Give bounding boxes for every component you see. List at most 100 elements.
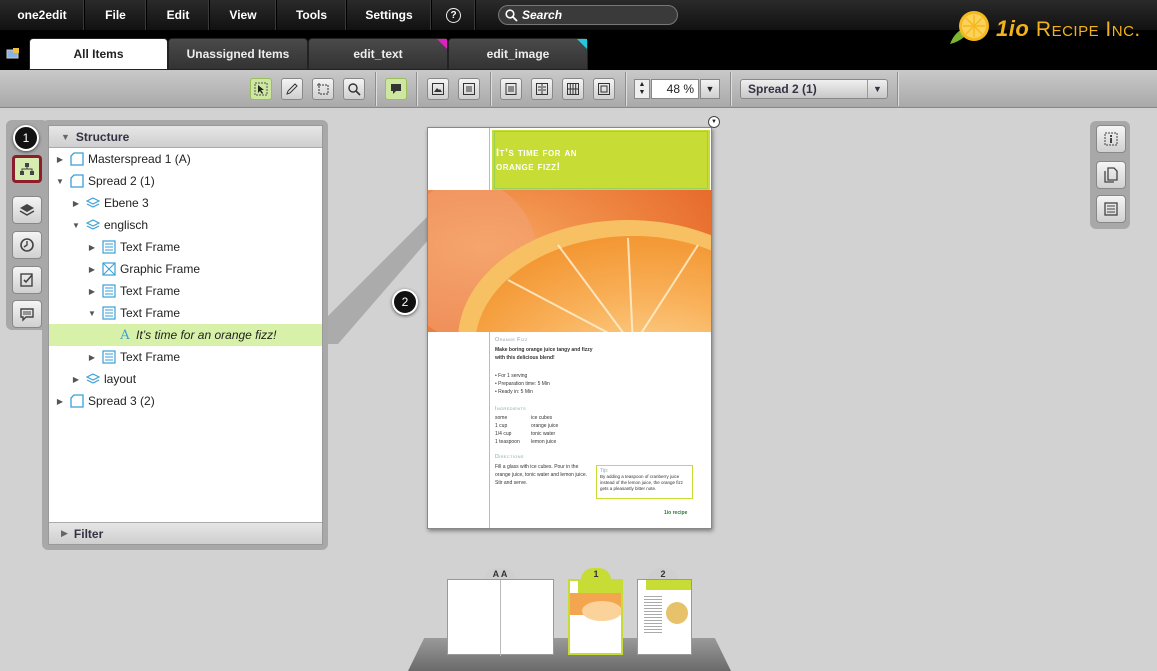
crop-tool-button[interactable] — [312, 78, 334, 100]
tree-row[interactable]: ▼ englisch — [49, 214, 322, 236]
stepper-up-icon[interactable]: ▲ — [639, 81, 646, 89]
view-grid-button[interactable] — [562, 78, 584, 100]
tree-row[interactable]: ▶ Graphic Frame — [49, 258, 322, 280]
collapsed-triangle-icon[interactable]: ▶ — [69, 375, 83, 384]
help-button[interactable]: ? — [432, 0, 476, 30]
structure-tree-icon — [20, 163, 34, 175]
filter-panel-header[interactable]: ▶ Filter — [49, 522, 322, 544]
page-preview[interactable]: It’s time for an orange fizz! Orange Fiz… — [427, 127, 712, 529]
menu-view[interactable]: View — [210, 0, 277, 30]
menu-one2edit[interactable]: one2edit — [0, 0, 85, 30]
comment-tool-button[interactable] — [385, 78, 407, 100]
zoom-dropdown-button[interactable]: ▼ — [700, 79, 720, 99]
ingredient-amount: some — [495, 415, 508, 421]
tree-row[interactable]: ▶ Text Frame — [49, 236, 322, 258]
image-frame-button[interactable] — [427, 78, 449, 100]
ingredient-name: ice cubes — [531, 415, 553, 421]
pages-panel-button[interactable] — [1096, 161, 1126, 189]
structure-panel-header[interactable]: ▼ Structure — [49, 126, 322, 148]
collapsed-triangle-icon[interactable]: ▶ — [85, 265, 99, 274]
image-frame-icon — [432, 83, 444, 95]
recipe-title[interactable]: Orange Fizz — [495, 337, 528, 343]
search-input[interactable]: Search — [498, 5, 678, 25]
tree-row-label: It’s time for an orange fizz! — [136, 328, 277, 342]
orange-slice-image-icon — [428, 190, 711, 332]
ingredients-title: Ingredients — [495, 406, 527, 412]
tree-row-label: Text Frame — [120, 306, 181, 320]
tree-row-label: englisch — [104, 218, 149, 232]
tree-row[interactable]: ▶ Ebene 3 — [49, 192, 322, 214]
tree-row-label: Ebene 3 — [104, 196, 149, 210]
view-double-button[interactable] — [531, 78, 553, 100]
info-panel-button[interactable] — [1096, 125, 1126, 153]
info-icon — [1104, 132, 1118, 146]
collapsed-triangle-icon[interactable]: ▶ — [85, 353, 99, 362]
menu-tools[interactable]: Tools — [277, 0, 347, 30]
expanded-triangle-icon[interactable]: ▼ — [69, 221, 83, 230]
collapsed-triangle-icon[interactable]: ▶ — [69, 199, 83, 208]
select-tool-button[interactable] — [250, 78, 272, 100]
tree-row[interactable]: ▶ layout — [49, 368, 322, 390]
collapsed-triangle-icon[interactable]: ▶ — [85, 243, 99, 252]
expanded-triangle-icon[interactable]: ▼ — [53, 177, 67, 186]
tree-row[interactable]: ▶ Spread 3 (2) — [49, 390, 322, 412]
pen-tool-button[interactable] — [281, 78, 303, 100]
stepper-down-icon[interactable]: ▼ — [639, 89, 646, 97]
view-fit-button[interactable] — [593, 78, 615, 100]
tasks-panel-button[interactable] — [12, 266, 42, 294]
thumbnail-spread-2[interactable] — [568, 579, 623, 655]
list-panel-button[interactable] — [1096, 195, 1126, 223]
zoom-stepper[interactable]: ▲ ▼ — [634, 79, 650, 99]
spread-select[interactable]: Spread 2 (1) ▼ — [740, 79, 888, 99]
callout-marker-2: 2 — [392, 289, 418, 315]
structure-panel: ▼ Structure ▶ Masterspread 1 (A) ▼ Spread 2… — [48, 125, 323, 545]
text-frame-icon — [101, 239, 117, 255]
structure-panel-button[interactable] — [12, 155, 42, 183]
logo-name: Recipe Inc. — [1035, 18, 1141, 41]
zoom-level-input[interactable]: 48 % — [651, 79, 699, 99]
page-options-icon[interactable]: ▼ — [708, 116, 720, 128]
spread-icon — [69, 393, 85, 409]
view-double-icon — [536, 83, 548, 95]
collapsed-triangle-icon[interactable]: ▶ — [53, 397, 67, 406]
footer-logo: 1io recipe — [664, 510, 688, 516]
tab-edit-text[interactable]: edit_text — [308, 38, 448, 70]
company-logo: 1io Recipe Inc. — [946, 6, 1141, 52]
tree-row[interactable]: A It’s time for an orange fizz! — [49, 324, 322, 346]
tab-edit-image[interactable]: edit_image — [448, 38, 588, 70]
thumbnail-masterspread[interactable] — [447, 579, 554, 656]
help-icon: ? — [446, 7, 461, 23]
orange-photo[interactable] — [428, 190, 711, 332]
tab-unassigned-items[interactable]: Unassigned Items — [168, 38, 308, 70]
thumbnail-spread-3[interactable] — [637, 579, 692, 655]
recipe-fact: • For 1 serving — [495, 373, 528, 379]
tree-row-label: Text Frame — [120, 284, 181, 298]
comments-panel-button[interactable] — [12, 300, 42, 328]
view-single-button[interactable] — [500, 78, 522, 100]
tab-corner-marker — [577, 39, 587, 49]
tab-all-items[interactable]: All Items — [29, 38, 168, 70]
collapsed-triangle-icon[interactable]: ▶ — [53, 155, 67, 164]
tree-row-label: layout — [104, 372, 137, 386]
tree-row[interactable]: ▶ Masterspread 1 (A) — [49, 148, 322, 170]
tree-row[interactable]: ▶ Text Frame — [49, 346, 322, 368]
zoom-tool-button[interactable] — [343, 78, 365, 100]
text-frame-icon — [101, 283, 117, 299]
panel-toggle-icon[interactable] — [6, 47, 20, 62]
history-panel-button[interactable] — [12, 231, 42, 259]
tree-row[interactable]: ▼ Text Frame — [49, 302, 322, 324]
layers-panel-button[interactable] — [12, 196, 42, 224]
collapsed-triangle-icon[interactable]: ▶ — [85, 287, 99, 296]
menu-file[interactable]: File — [85, 0, 147, 30]
menu-edit[interactable]: Edit — [147, 0, 210, 30]
text-frame-button[interactable] — [458, 78, 480, 100]
tree-row[interactable]: ▼ Spread 2 (1) — [49, 170, 322, 192]
chevron-down-icon: ▼ — [867, 80, 887, 98]
layer-icon — [85, 195, 101, 211]
tree-row[interactable]: ▶ Text Frame — [49, 280, 322, 302]
menu-settings[interactable]: Settings — [347, 0, 432, 30]
directions-text[interactable]: Fill a glass with ice cubes. Pour in the… — [495, 463, 591, 487]
expanded-triangle-icon[interactable]: ▼ — [85, 309, 99, 318]
recipe-intro[interactable]: Make boring orange juice tangy and fizzy… — [495, 346, 600, 362]
text-frame-icon — [463, 83, 475, 95]
